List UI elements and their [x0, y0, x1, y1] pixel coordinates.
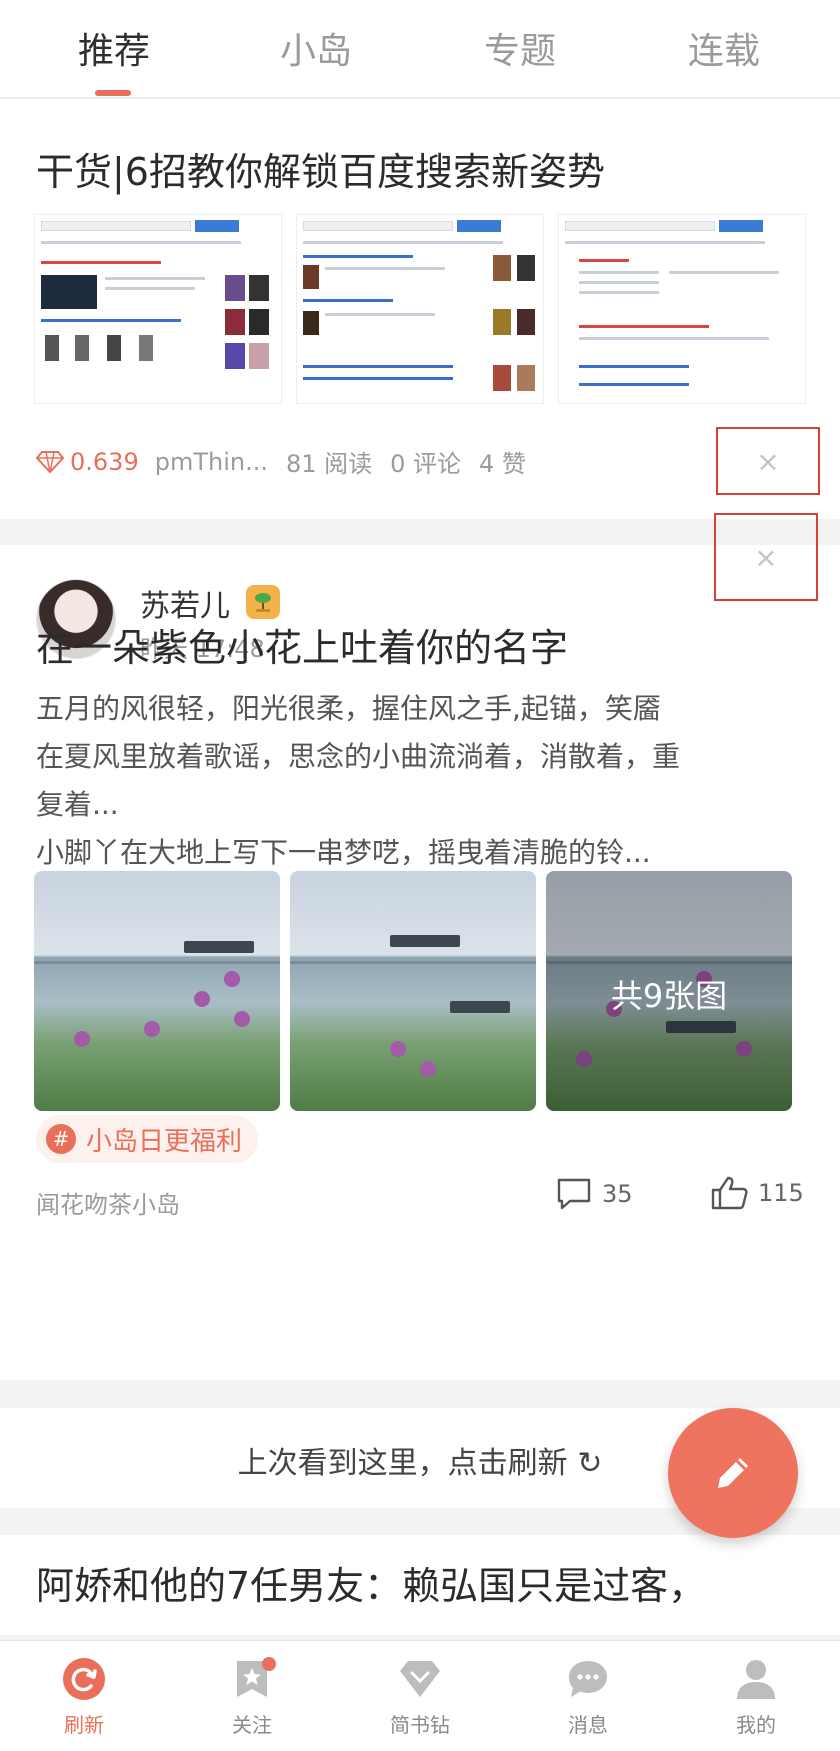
nav-label: 简书钻: [390, 1713, 450, 1737]
article-thumbnail[interactable]: [34, 214, 282, 404]
summary-line: 五月的风很轻，阳光很柔，握住风之手,起锚，笑靥: [36, 692, 661, 725]
dismiss-button[interactable]: ×: [716, 427, 820, 495]
post-source[interactable]: 闻花吻茶小岛: [36, 1185, 180, 1220]
tab-serial[interactable]: 连载: [644, 22, 804, 74]
summary-line: 复着...: [36, 788, 119, 821]
close-icon: ×: [756, 444, 780, 478]
comment-icon: [557, 1178, 591, 1210]
dismiss-button[interactable]: ×: [714, 513, 818, 601]
nav-refresh[interactable]: 刷新: [24, 1657, 144, 1738]
post-summary[interactable]: 五月的风很轻，阳光很柔，握住风之手,起锚，笑靥 在夏风里放着歌谣，思念的小曲流淌…: [36, 685, 806, 877]
comment-count: 35: [602, 1180, 633, 1208]
diamond-icon: [400, 1661, 440, 1697]
nav-messages[interactable]: 消息: [528, 1657, 648, 1738]
comment-button[interactable]: 35: [556, 1177, 633, 1211]
post-photo[interactable]: [290, 871, 536, 1111]
summary-line: 在夏风里放着歌谣，思念的小曲流淌着，消散着，重: [36, 740, 681, 773]
photo-count-label: 共9张图: [610, 977, 728, 1015]
hash-icon: #: [46, 1124, 76, 1154]
pencil-icon: [718, 1458, 748, 1488]
feed-card-article[interactable]: 干货|6招教你解锁百度搜索新姿势 0.639 pmThin... 81 阅读 0…: [0, 99, 840, 519]
article-thumbnail[interactable]: [558, 214, 806, 404]
close-icon: ×: [754, 540, 778, 574]
comment-count: 0 评论: [390, 450, 462, 478]
notification-dot: [262, 1657, 276, 1671]
read-count: 81 阅读: [285, 450, 373, 478]
tab-recommend[interactable]: 推荐: [34, 22, 194, 74]
nav-label: 消息: [568, 1713, 608, 1737]
article-title[interactable]: 阿娇和他的7任男友：赖弘国只是过客，: [36, 1555, 706, 1610]
thumb-up-icon: [711, 1176, 748, 1210]
article-title[interactable]: 干货|6招教你解锁百度搜索新姿势: [36, 141, 605, 196]
nav-label: 关注: [232, 1713, 272, 1737]
bottom-nav: 刷新 关注 简书钻 消息 我的: [0, 1640, 840, 1751]
tab-island[interactable]: 小岛: [236, 22, 396, 74]
nav-follow[interactable]: 关注: [192, 1657, 312, 1738]
article-thumbnail[interactable]: [296, 214, 544, 404]
diamond-score: 0.639: [70, 447, 139, 476]
like-count: 4 赞: [479, 450, 526, 478]
nav-profile[interactable]: 我的: [696, 1657, 816, 1738]
article-meta: 0.639 pmThin... 81 阅读 0 评论 4 赞: [36, 444, 544, 479]
author-name[interactable]: pmThin...: [155, 448, 268, 476]
refresh-icon: [63, 1658, 105, 1700]
feed-card-article[interactable]: 阿娇和他的7任男友：赖弘国只是过客，: [0, 1535, 840, 1635]
topic-tag-label: 小岛日更福利: [86, 1126, 243, 1157]
feed-card-post[interactable]: 苏若儿 昨天 17:48 × 在一朵紫色小花上吐着你的名字 五月的风很轻，阳光很…: [0, 513, 840, 1380]
summary-line: 小脚丫在大地上写下一串梦呓，摇曳着清脆的铃...: [36, 836, 651, 869]
user-icon: [737, 1660, 775, 1699]
app-screen: 推荐 小岛 专题 连载 干货|6招教你解锁百度搜索新姿势 0.639 pmThi…: [0, 0, 840, 1751]
topic-tag[interactable]: # 小岛日更福利: [36, 1115, 259, 1163]
island-badge-icon: [246, 585, 280, 619]
post-title-text[interactable]: 在一朵紫色小花上吐着你的名字: [36, 617, 568, 672]
like-count: 115: [758, 1179, 804, 1207]
nav-diamond[interactable]: 简书钻: [360, 1657, 480, 1738]
diamond-icon: [36, 450, 64, 473]
post-photo[interactable]: [34, 871, 280, 1111]
top-tab-bar: 推荐 小岛 专题 连载: [0, 0, 840, 98]
chat-icon: [569, 1661, 607, 1697]
post-photo-more[interactable]: 共9张图: [546, 871, 792, 1111]
nav-label: 刷新: [64, 1713, 104, 1737]
active-tab-indicator: [95, 90, 131, 96]
tab-topics[interactable]: 专题: [440, 22, 600, 74]
like-button[interactable]: 115: [710, 1175, 804, 1211]
write-button[interactable]: [668, 1408, 798, 1538]
nav-label: 我的: [736, 1713, 776, 1737]
